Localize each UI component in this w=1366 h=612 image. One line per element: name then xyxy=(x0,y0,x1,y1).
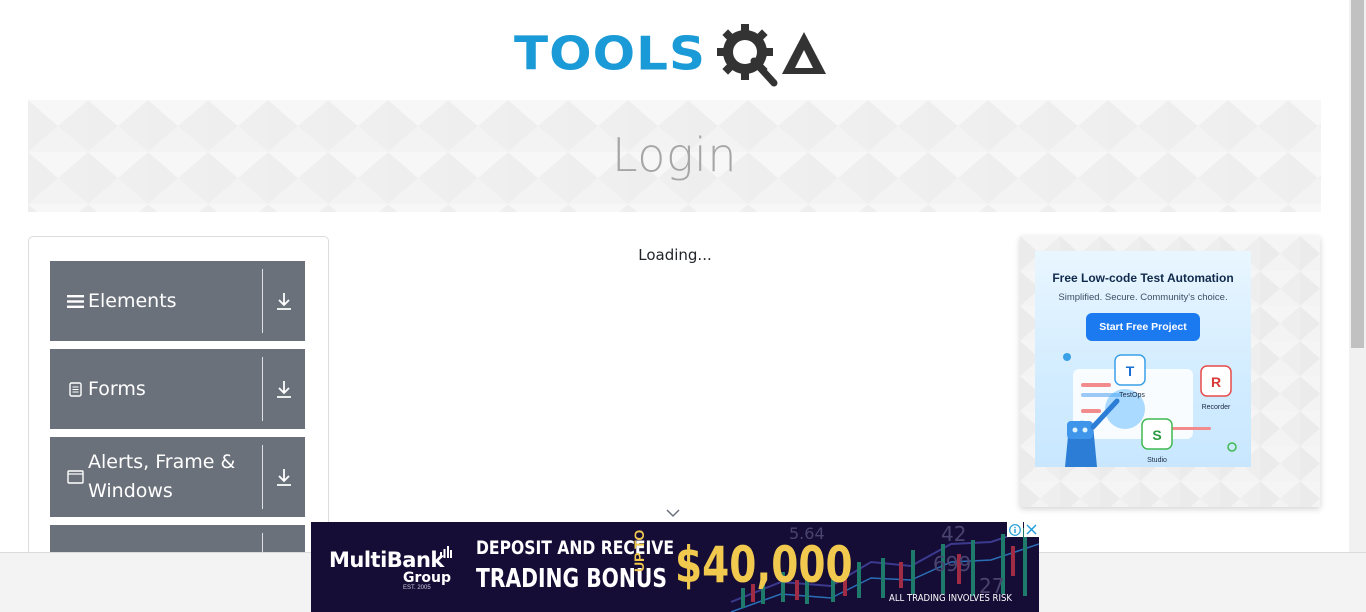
page-title: Login xyxy=(611,128,737,182)
sidebar-group-label: Elements xyxy=(88,289,177,312)
katalon-ad-card[interactable]: Free Low-code Test Automation Simplified… xyxy=(1035,251,1251,467)
sidebar-group-label: Alerts, Frame & Windows xyxy=(88,451,236,502)
gear-search-icon xyxy=(717,24,778,87)
chevron-down-icon[interactable] xyxy=(666,508,680,518)
multibank-group-text: Group xyxy=(403,570,452,586)
ad-product-studio: Studio xyxy=(1147,457,1167,464)
ticker-number: 699 xyxy=(933,552,972,576)
document-icon xyxy=(66,381,84,397)
ad-upto: UP TO xyxy=(631,529,647,572)
ad-product-recorder: Recorder xyxy=(1202,404,1231,411)
download-arrow-icon xyxy=(277,469,291,486)
signal-bars-icon xyxy=(440,546,452,558)
logo-text-tools: TOOLS xyxy=(514,27,706,81)
ticker-number: 42 xyxy=(941,522,967,546)
hamburger-icon xyxy=(66,294,84,309)
window-icon xyxy=(66,470,84,484)
left-panel: Elements Forms Alerts, Frame & Windows xyxy=(28,236,329,566)
ad-close-icon[interactable] xyxy=(1023,522,1039,537)
sidebar-ad[interactable]: Free Low-code Test Automation Simplified… xyxy=(1020,236,1320,507)
page: TOOLS Login Elements Forms Alerts, Frame… xyxy=(0,0,1366,612)
ad-product-testops: TestOps xyxy=(1119,392,1145,399)
multibank-logo: MultiBank xyxy=(329,548,444,572)
svg-text:S: S xyxy=(1152,427,1161,443)
ad-illustration: T TestOps R Recorder S Studio xyxy=(1063,353,1237,467)
sidebar-group-label: Forms xyxy=(88,377,146,400)
page-banner: Login xyxy=(28,100,1321,212)
multibank-ad[interactable]: 42 5.64 699 27 MultiBank Group EST. 2005… xyxy=(311,522,1039,612)
ad-amount: $40,000 xyxy=(675,536,853,594)
ad-disclaimer: ALL TRADING INVOLVES RISK xyxy=(889,593,1012,604)
svg-text:R: R xyxy=(1211,374,1221,390)
ad-info-icon[interactable] xyxy=(1007,522,1023,537)
expand-button[interactable] xyxy=(263,261,305,341)
vertical-scrollbar[interactable] xyxy=(1349,0,1366,552)
sidebar-group-alerts-frame-windows[interactable]: Alerts, Frame & Windows xyxy=(50,437,305,517)
ad-controls xyxy=(1006,522,1039,537)
sidebar-group-elements[interactable]: Elements xyxy=(50,261,305,341)
logo-letter-a-icon xyxy=(782,32,826,74)
sidebar-group-forms[interactable]: Forms xyxy=(50,349,305,429)
multibank-est-text: EST. 2005 xyxy=(403,585,431,591)
scrollbar-thumb[interactable] xyxy=(1351,0,1364,348)
svg-text:T: T xyxy=(1126,363,1135,379)
download-arrow-icon xyxy=(277,381,291,398)
expand-button[interactable] xyxy=(263,349,305,429)
expand-button[interactable] xyxy=(263,437,305,517)
toolsqa-logo[interactable]: TOOLS xyxy=(514,14,839,94)
download-arrow-icon xyxy=(277,293,291,310)
loading-text: Loading... xyxy=(638,246,712,264)
